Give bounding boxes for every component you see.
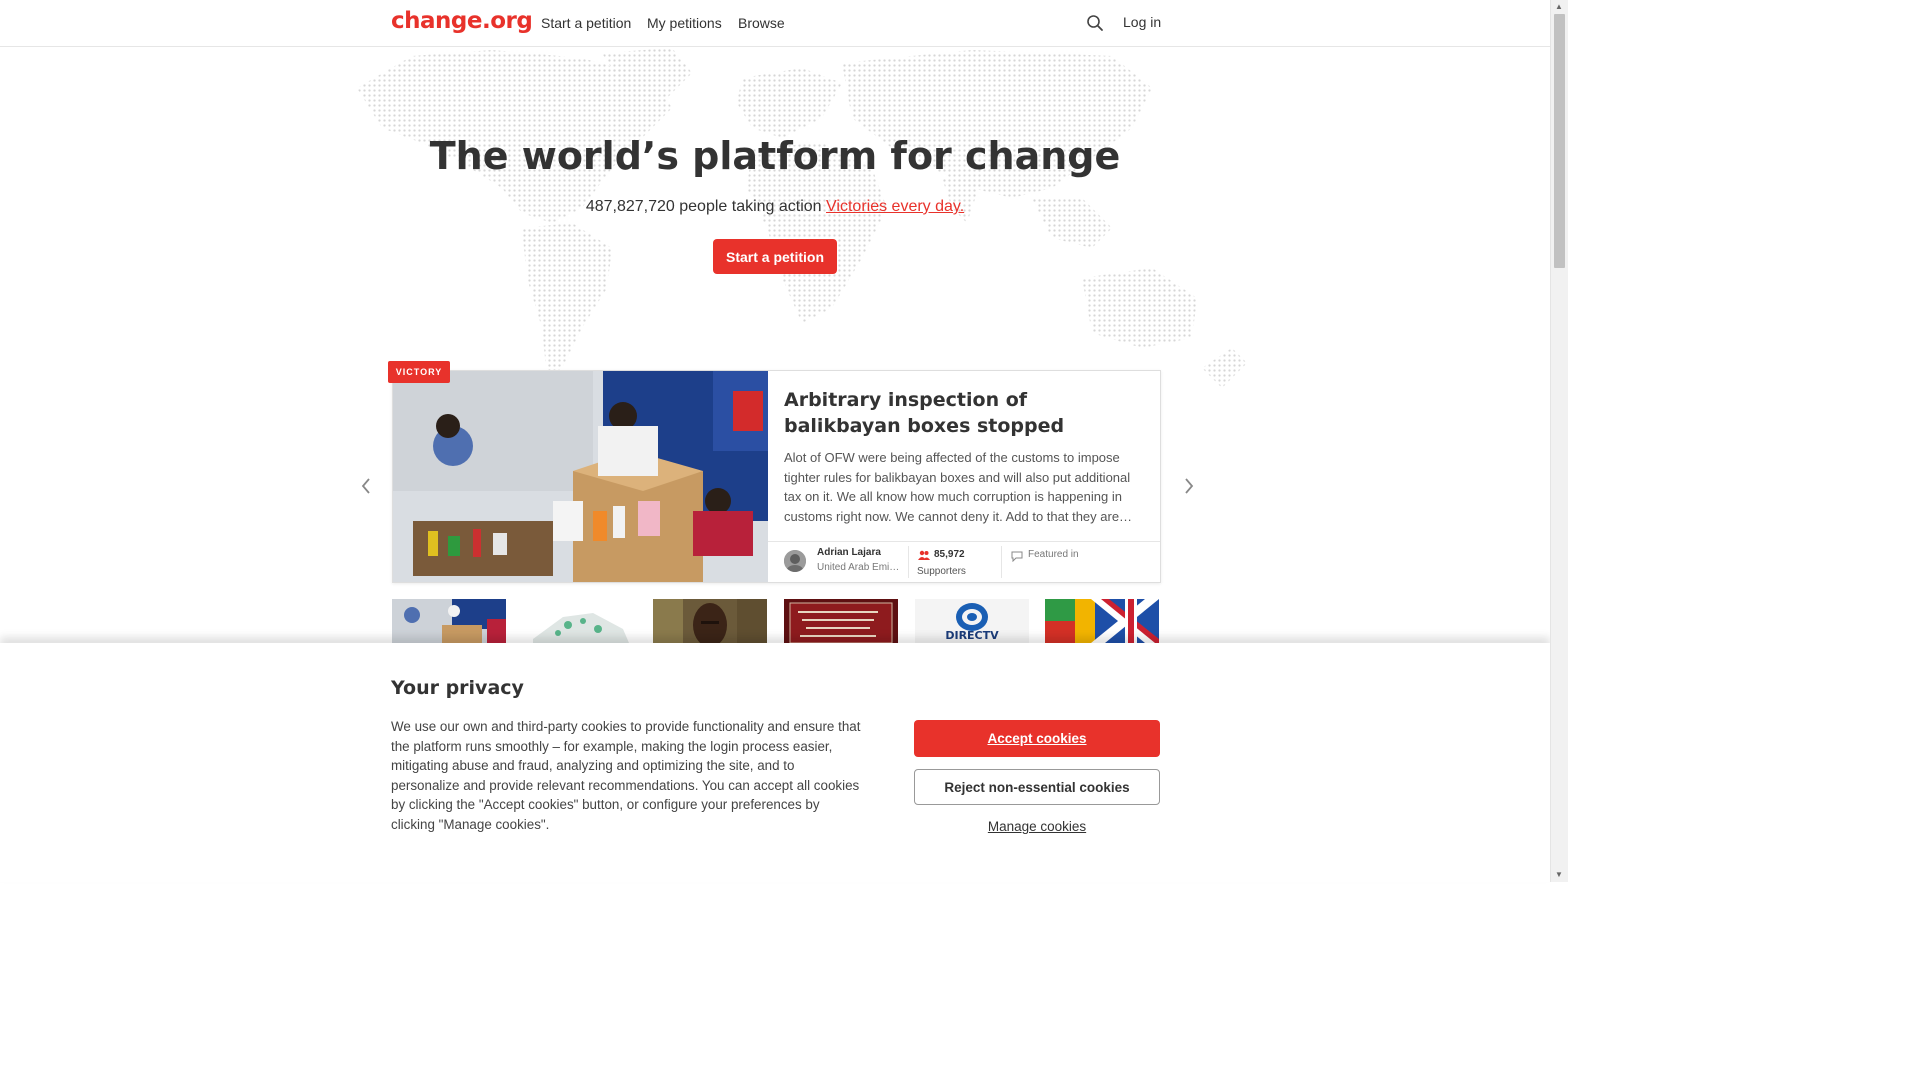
chevron-left-icon[interactable] [358, 475, 374, 497]
featured-petition-card[interactable]: Arbitrary inspection of balikbayan boxes… [392, 370, 1161, 583]
divider [908, 546, 909, 578]
scroll-down-icon[interactable]: ▼ [1555, 870, 1563, 879]
site-header: change.org Start a petition My petitions… [0, 0, 1550, 47]
victory-badge: VICTORY [388, 361, 450, 383]
petition-meta: Adrian Lajara United Arab Emi… 85,972 Su… [768, 541, 1160, 583]
nav-my-petitions[interactable]: My petitions [647, 15, 722, 31]
thumb-map-pins[interactable] [523, 599, 637, 643]
featured-in-label: Featured in [1028, 549, 1079, 560]
supporters-label: Supporters [917, 566, 966, 577]
petition-description: Alot of OFW were being affected of the c… [784, 450, 1133, 524]
search-icon[interactable] [1086, 14, 1104, 32]
featured-petition-image[interactable] [393, 371, 768, 582]
author-name: Adrian Lajara [817, 547, 881, 558]
nav-start-petition[interactable]: Start a petition [541, 15, 631, 31]
logo[interactable]: change.org [391, 8, 533, 34]
comment-icon [1011, 551, 1023, 562]
supporters-count: 85,972 [934, 549, 965, 560]
divider [1001, 546, 1002, 578]
people-count: 487,827,720 people taking action [585, 198, 822, 215]
author-location: United Arab Emi… [817, 562, 900, 573]
world-map-background [357, 48, 1247, 388]
chevron-right-icon[interactable] [1181, 475, 1197, 497]
cookie-banner: Your privacy We use our own and third-pa… [0, 643, 1550, 882]
thumb-sign[interactable] [784, 599, 898, 643]
hero-title: The world’s platform for change [429, 134, 1121, 178]
petition-title[interactable]: Arbitrary inspection of balikbayan boxes… [784, 387, 1134, 439]
hero-subtitle: 487,827,720 people taking action Victori… [0, 198, 1550, 216]
thumb-balikbayan[interactable] [392, 599, 506, 643]
scrollbar[interactable]: ▲ ▼ [1550, 0, 1568, 882]
cookie-title: Your privacy [391, 677, 524, 699]
nav-browse[interactable]: Browse [738, 15, 785, 31]
login-link[interactable]: Log in [1123, 14, 1161, 30]
avatar [784, 550, 806, 572]
thumb-flags[interactable] [1045, 599, 1159, 643]
accept-cookies-button[interactable]: Accept cookies [914, 720, 1160, 757]
reject-cookies-button[interactable]: Reject non-essential cookies [914, 769, 1160, 805]
scrollbar-thumb[interactable] [1554, 14, 1565, 268]
start-petition-button[interactable]: Start a petition [713, 239, 837, 274]
directv-label: DIRECTV [945, 629, 999, 642]
thumb-portrait[interactable] [653, 599, 767, 643]
victories-link[interactable]: Victories every day. [826, 198, 964, 215]
thumb-directv[interactable]: DIRECTV [915, 599, 1029, 643]
manage-cookies-link[interactable]: Manage cookies [914, 819, 1160, 834]
cookie-text: We use our own and third-party cookies t… [391, 719, 861, 832]
scroll-up-icon[interactable]: ▲ [1555, 2, 1563, 11]
petition-thumbnails: DIRECTV [392, 599, 1160, 643]
supporters-icon [918, 550, 930, 560]
